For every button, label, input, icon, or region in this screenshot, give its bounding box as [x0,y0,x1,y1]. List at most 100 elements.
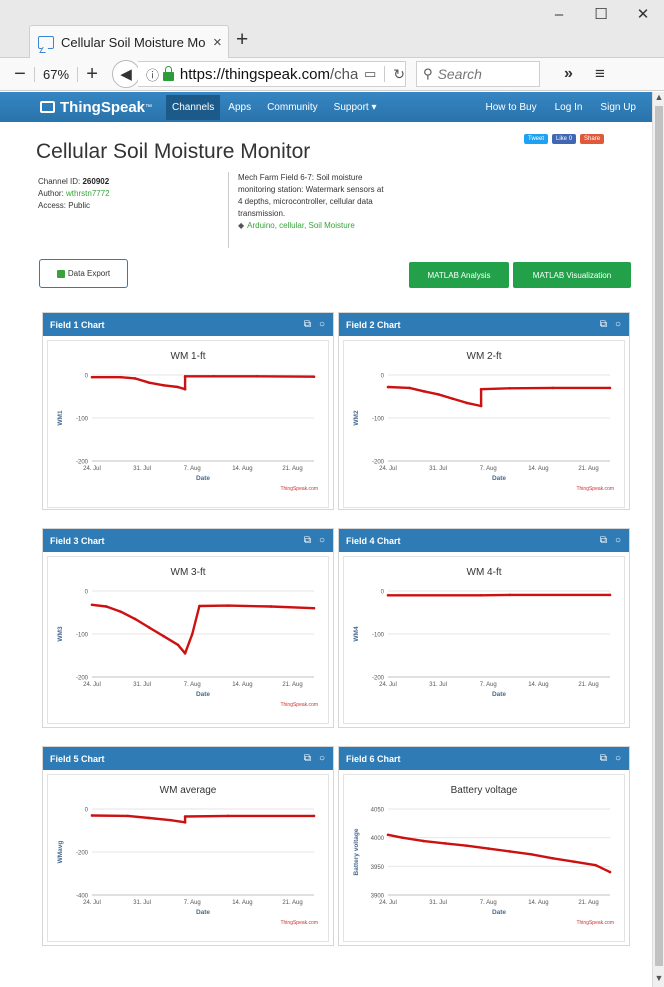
popout-icon[interactable]: ⧉ [304,319,311,330]
nav-channels[interactable]: Channels [166,94,221,120]
panel-header: Field 3 Chart ⧉ ○ [43,529,333,552]
like-button[interactable]: Like 0 [552,134,577,144]
panel-title: Field 1 Chart [50,319,105,330]
nav-log-in[interactable]: Log In [555,102,583,113]
info-icon[interactable]: ⓘ [146,65,159,84]
new-tab-button[interactable]: + [236,28,248,52]
y-tick-label: -200 [372,676,385,682]
data-point [226,604,230,607]
author-link[interactable]: wthrstn7772 [66,189,110,198]
x-tick-label: 31. Jul [429,682,447,688]
url-text[interactable]: https://thingspeak.com/cha [180,66,358,83]
x-tick-label: 24. Jul [83,466,101,472]
channel-meta: Channel ID: 260902 Author: wthrstn7772 A… [38,176,110,212]
comment-icon[interactable]: ○ [615,535,621,546]
arrow-left-icon: ◀ [120,66,132,83]
search-input[interactable]: ⚲ Search [416,61,541,87]
zoom-level[interactable]: 67% [34,66,79,82]
y-tick-label: -100 [372,417,385,423]
x-tick-label: 7. Aug [480,900,497,906]
nav-community[interactable]: Community [261,95,324,120]
chart-svg: WM 1-ft 0 -100 -20024. Jul 31. Jul 7. Aug 14. … [57,351,318,492]
share-button[interactable]: Share [580,134,605,144]
chart-title: WM 4-ft [467,567,502,578]
zoom-in-button[interactable]: + [80,63,104,86]
y-tick-label: 4000 [371,836,385,842]
reload-icon[interactable]: ↻ [393,66,405,83]
matlab-analysis-button[interactable]: MATLAB Analysis [409,262,509,288]
scroll-down-icon[interactable]: ▼ [653,973,664,987]
popout-icon[interactable]: ⧉ [600,535,607,546]
nav-how-to-buy[interactable]: How to Buy [485,102,536,113]
nav-support[interactable]: Support ▾ [328,95,383,120]
description-line: monitoring station: Watermark sensors at [238,185,384,194]
data-point [608,386,612,390]
tab-close-icon[interactable]: × [213,34,222,51]
channel-id-value: 260902 [82,177,110,186]
scroll-thumb[interactable] [655,106,663,966]
tweet-button[interactable]: Tweet [524,134,549,144]
chart-svg: WM 2-ft 0 -100 -20024. Jul 31. Jul 7. Aug 14. … [353,351,614,492]
chart-area: Battery voltage 4050 4000 3950 3900 24. Jul 31… [343,774,625,942]
chart-panel-field-4: Field 4 Chart ⧉ ○ WM 4-ft 0 -100 -200 24. Jul 3… [338,528,630,728]
data-point [479,404,483,408]
lock-icon [163,65,174,81]
overflow-menu-icon[interactable]: » [564,65,573,83]
x-tick-label: 14. Aug [232,900,252,906]
comment-icon[interactable]: ○ [319,535,325,546]
data-point [119,375,122,379]
panel-header: Field 1 Chart ⧉ ○ [43,313,333,336]
hamburger-menu-icon[interactable]: ≡ [595,64,605,84]
comment-icon[interactable]: ○ [319,753,325,764]
data-point [90,375,94,379]
page-viewport: ThingSpeak ™ Channels Apps Community Supp… [0,92,652,987]
popout-icon[interactable]: ⧉ [600,753,607,764]
x-tick-label: 21. Aug [282,900,302,906]
chart-area: WM 2-ft 0 -100 -200 24. Jul 31. Jul 7. Aug 14. … [343,340,625,508]
x-axis-label: Date [196,691,210,698]
comment-icon[interactable]: ○ [319,319,325,330]
panel-header: Field 4 Chart ⧉ ○ [339,529,629,552]
x-tick-label: 7. Aug [480,466,497,472]
data-export-button[interactable]: Data Export [39,259,128,288]
data-export-label: Data Export [67,269,111,278]
chart-credit: ThingSpeak.com [280,920,318,926]
data-point [147,381,151,385]
data-point [176,643,180,647]
y-tick-label: 0 [381,590,385,596]
export-icon [56,269,65,278]
comment-icon[interactable]: ○ [615,319,621,330]
popout-icon[interactable]: ⧉ [304,535,311,546]
y-tick-label: 4050 [371,808,385,814]
thingspeak-logo[interactable]: ThingSpeak ™ [40,99,152,116]
description-line: Mech Farm Field 6-7: Soil moisture [238,173,363,182]
zoom-out-button[interactable]: − [8,63,32,86]
back-button[interactable]: ◀ [112,60,141,88]
chart-area: WM 1-ft 0 -100 -200 24. Jul 31. Jul 7. Aug 14. … [47,340,329,508]
browser-tab[interactable]: Cellular Soil Moisture Mo × [29,25,229,58]
reader-view-icon[interactable]: ▭ [364,66,386,82]
close-window-button[interactable]: ✕ [622,0,664,28]
tab-title: Cellular Soil Moisture Mo [61,34,206,50]
popout-icon[interactable]: ⧉ [600,319,607,330]
data-point [572,860,576,864]
comment-icon[interactable]: ○ [615,753,621,764]
nav-apps[interactable]: Apps [222,95,257,120]
data-point [408,386,411,390]
data-point [508,850,512,853]
page-scrollbar[interactable]: ▲ ▼ [652,92,664,987]
x-tick-label: 24. Jul [379,900,397,906]
scroll-up-icon[interactable]: ▲ [653,92,664,106]
minimize-button[interactable]: – [538,0,580,28]
x-tick-label: 14. Aug [528,682,548,688]
channel-tags[interactable]: Arduino, cellular, Soil Moisture [247,221,355,230]
url-bar[interactable]: ⓘ https://thingspeak.com/cha ▭ ↻ [138,61,407,87]
matlab-visualization-button[interactable]: MATLAB Visualization [513,262,631,288]
data-point [147,816,151,820]
y-axis-label: WM2 [353,410,360,426]
data-point [226,814,230,818]
maximize-button[interactable]: ☐ [580,0,622,28]
panel-title: Field 5 Chart [50,753,105,764]
popout-icon[interactable]: ⧉ [304,753,311,764]
nav-sign-up[interactable]: Sign Up [600,102,636,113]
